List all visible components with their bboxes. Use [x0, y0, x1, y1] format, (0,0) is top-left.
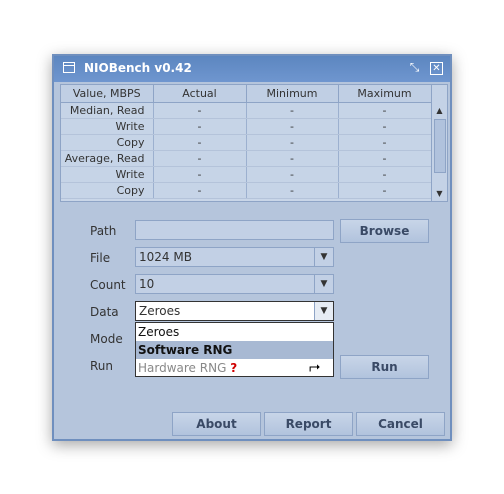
count-value: 10	[139, 277, 155, 291]
cell-actual: -	[153, 150, 247, 167]
table-row[interactable]: Write - - -	[61, 118, 432, 135]
file-size-select[interactable]: 1024 MB ▼	[135, 247, 334, 267]
cell-minimum: -	[246, 150, 339, 167]
scroll-down-icon[interactable]: ▼	[432, 186, 447, 201]
browse-button[interactable]: Browse	[340, 219, 429, 243]
mode-label: Mode	[90, 332, 123, 346]
table-scrollbar[interactable]: ▲ ▼	[431, 85, 447, 201]
table-row[interactable]: Copy - - -	[61, 182, 432, 199]
cell-actual: -	[153, 182, 247, 199]
file-label: File	[90, 251, 111, 265]
table-row[interactable]: Copy - - -	[61, 134, 432, 151]
close-icon[interactable]: ✕	[430, 62, 443, 75]
cell-minimum: -	[246, 134, 339, 151]
cell-minimum: -	[246, 102, 339, 119]
cell-maximum: -	[338, 182, 432, 199]
row-label: Average, Read	[61, 150, 154, 167]
scroll-thumb[interactable]	[434, 119, 446, 173]
row-label: Write	[61, 166, 154, 183]
niobench-window: NIOBench v0.42 ⤡ ✕ Value, MBPS Actual Mi…	[52, 54, 452, 441]
report-button[interactable]: Report	[264, 412, 353, 436]
table-row[interactable]: Median, Read - - -	[61, 102, 432, 119]
cell-actual: -	[153, 166, 247, 183]
data-dropdown-list: Zeroes Software RNG Hardware RNG ?	[135, 322, 334, 377]
chevron-down-icon[interactable]: ▼	[314, 248, 333, 266]
restore-icon[interactable]: ⤡	[408, 61, 421, 75]
row-label: Median, Read	[61, 102, 154, 119]
row-label: Copy	[61, 134, 154, 151]
chevron-down-icon[interactable]: ▼	[314, 302, 333, 320]
window-icon	[63, 62, 75, 73]
scroll-up-icon[interactable]: ▲	[432, 103, 447, 118]
table-row[interactable]: Write - - -	[61, 166, 432, 183]
cell-maximum: -	[338, 134, 432, 151]
count-label: Count	[90, 278, 126, 292]
unavailable-marker: ?	[230, 361, 238, 375]
cell-minimum: -	[246, 166, 339, 183]
column-header-minimum[interactable]: Minimum	[246, 85, 339, 103]
cell-actual: -	[153, 134, 247, 151]
option-software-rng[interactable]: Software RNG	[136, 341, 333, 359]
cell-actual: -	[153, 118, 247, 135]
title-bar: NIOBench v0.42 ⤡ ✕	[54, 56, 450, 82]
data-label: Data	[90, 305, 119, 319]
column-header-maximum[interactable]: Maximum	[338, 85, 432, 103]
run-button[interactable]: Run	[340, 355, 429, 379]
results-table: Value, MBPS Actual Minimum Maximum Media…	[60, 84, 448, 202]
data-value: Zeroes	[139, 304, 181, 318]
table-row[interactable]: Average, Read - - -	[61, 150, 432, 167]
column-header-actual[interactable]: Actual	[153, 85, 247, 103]
path-input[interactable]	[135, 220, 334, 240]
about-button[interactable]: About	[172, 412, 261, 436]
cell-maximum: -	[338, 102, 432, 119]
option-zeroes[interactable]: Zeroes	[136, 323, 333, 341]
column-header-value[interactable]: Value, MBPS	[61, 85, 154, 103]
path-label: Path	[90, 224, 117, 238]
run-label: Run	[90, 359, 114, 373]
row-label: Write	[61, 118, 154, 135]
cell-actual: -	[153, 102, 247, 119]
cell-maximum: -	[338, 118, 432, 135]
chevron-down-icon[interactable]: ▼	[314, 275, 333, 293]
cancel-button[interactable]: Cancel	[356, 412, 445, 436]
option-hardware-rng: Hardware RNG ?	[136, 359, 333, 377]
cell-minimum: -	[246, 182, 339, 199]
mouse-cursor-icon: ⮣	[309, 359, 321, 375]
file-size-value: 1024 MB	[139, 250, 192, 264]
option-hardware-rng-label: Hardware RNG	[138, 361, 227, 375]
data-select[interactable]: Zeroes ▼	[135, 301, 334, 321]
row-label: Copy	[61, 182, 154, 199]
count-select[interactable]: 10 ▼	[135, 274, 334, 294]
window-title: NIOBench v0.42	[84, 61, 192, 75]
cell-maximum: -	[338, 150, 432, 167]
cell-minimum: -	[246, 118, 339, 135]
cell-maximum: -	[338, 166, 432, 183]
